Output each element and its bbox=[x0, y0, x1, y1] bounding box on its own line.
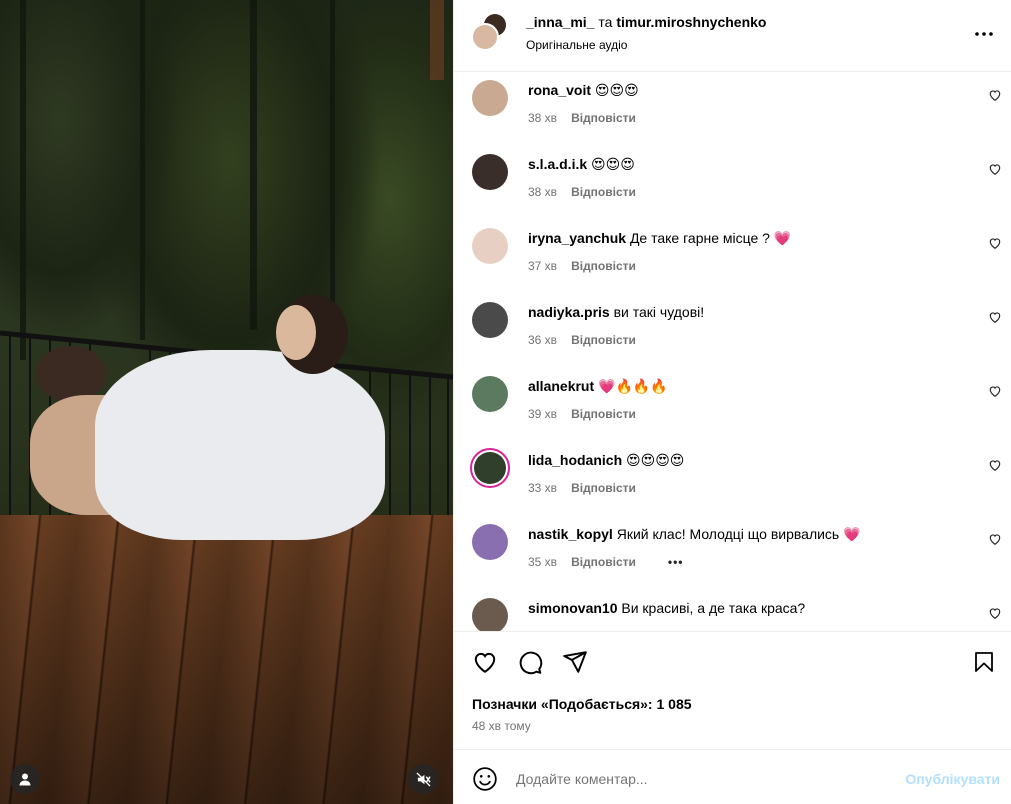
post-viewer: _inna_mi_ та timur.miroshnychenko Оригін… bbox=[0, 0, 1011, 804]
comment-icon[interactable] bbox=[517, 649, 543, 675]
commenter-avatar-story-ring[interactable] bbox=[470, 448, 510, 488]
heart-icon[interactable] bbox=[988, 310, 1002, 324]
comment-text: 😍😍😍 bbox=[591, 156, 635, 172]
likes-count[interactable]: Позначки «Подобається»: 1 085 bbox=[472, 696, 692, 712]
person-man-head bbox=[36, 346, 106, 402]
comment-time: 38 хв bbox=[528, 185, 558, 199]
reply-button[interactable]: Відповісти bbox=[571, 111, 636, 125]
comment-item: nadiyka.pris ви такі чудові! 36 хв Відпов… bbox=[454, 294, 1011, 368]
heart-icon[interactable] bbox=[988, 88, 1002, 102]
comment-time: 33 хв bbox=[528, 481, 558, 495]
comment-time: 35 хв bbox=[528, 555, 558, 569]
reply-button[interactable]: Відповісти bbox=[571, 555, 636, 569]
comment-username[interactable]: nadiyka.pris bbox=[528, 304, 610, 320]
comment-username[interactable]: allanekrut bbox=[528, 378, 594, 394]
comment-text: 😍😍😍😍 bbox=[626, 452, 685, 468]
post-comment-button[interactable]: Опублікувати bbox=[905, 771, 1000, 787]
post-sidebar: _inna_mi_ та timur.miroshnychenko Оригін… bbox=[453, 0, 1011, 804]
comment-text: ви такі чудові! bbox=[613, 304, 705, 320]
share-icon[interactable] bbox=[562, 649, 588, 675]
comment-time: 38 хв bbox=[528, 111, 558, 125]
commenter-avatar[interactable] bbox=[472, 598, 508, 631]
reply-button[interactable]: Відповісти bbox=[571, 333, 636, 347]
heart-icon[interactable] bbox=[988, 384, 1002, 398]
comment-username[interactable]: s.l.a.d.i.k bbox=[528, 156, 587, 172]
commenter-avatar[interactable] bbox=[472, 154, 508, 190]
reply-button[interactable]: Відповісти bbox=[571, 259, 636, 273]
comment-time: 39 хв bbox=[528, 407, 558, 421]
comment-username[interactable]: iryna_yanchuk bbox=[528, 230, 626, 246]
comment-item: iryna_yanchuk Де таке гарне місце ? 💗 37… bbox=[454, 220, 1011, 294]
commenter-avatar[interactable] bbox=[472, 302, 508, 338]
emoji-icon[interactable] bbox=[472, 766, 498, 792]
comment-text: 💗🔥🔥🔥 bbox=[598, 378, 668, 394]
authors-joiner: та bbox=[598, 14, 613, 30]
more-icon bbox=[975, 32, 993, 36]
comment-username[interactable]: simonovan10 bbox=[528, 600, 617, 616]
mute-icon bbox=[415, 771, 431, 787]
audio-label[interactable]: Оригінальне аудіо bbox=[526, 38, 627, 52]
post-header: _inna_mi_ та timur.miroshnychenko Оригін… bbox=[454, 0, 1011, 72]
comment-text: Який клас! Молодці що вирвались 💗 bbox=[616, 526, 861, 542]
comment-composer: Опублікувати bbox=[454, 749, 1011, 804]
comment-item: lida_hodanich 😍😍😍😍 33 хв Відповісти bbox=[454, 442, 1011, 516]
mute-button[interactable] bbox=[408, 764, 438, 794]
commenter-avatar[interactable] bbox=[472, 228, 508, 264]
author-avatar[interactable] bbox=[471, 23, 499, 51]
comments-list: rona_voit 😍😍😍 38 хв Відповісти s.l.a.d.i.… bbox=[454, 72, 1011, 631]
more-options-button[interactable] bbox=[972, 24, 996, 44]
heart-icon[interactable] bbox=[988, 458, 1002, 472]
heart-icon[interactable] bbox=[472, 649, 498, 675]
bookmark-icon[interactable] bbox=[972, 649, 996, 675]
comment-text: 😍😍😍 bbox=[594, 82, 639, 98]
heart-icon[interactable] bbox=[988, 162, 1002, 176]
commenter-avatar[interactable] bbox=[472, 524, 508, 560]
reply-button[interactable]: Відповісти bbox=[571, 407, 636, 421]
comment-item: simonovan10 Ви красиві, а де така краса? bbox=[454, 590, 1011, 631]
author-username-1[interactable]: _inna_mi_ bbox=[526, 14, 594, 30]
comment-username[interactable]: nastik_kopyl bbox=[528, 526, 613, 542]
comment-item: s.l.a.d.i.k 😍😍😍 38 хв Відповісти bbox=[454, 146, 1011, 220]
comment-item: nastik_kopyl Який клас! Молодці що вирва… bbox=[454, 516, 1011, 590]
commenter-avatar[interactable] bbox=[472, 376, 508, 412]
comment-time: 37 хв bbox=[528, 259, 558, 273]
comment-item: allanekrut 💗🔥🔥🔥 39 хв Відповісти bbox=[454, 368, 1011, 442]
tag-user-button[interactable] bbox=[10, 764, 40, 794]
comment-input[interactable] bbox=[514, 764, 874, 794]
post-actions: Позначки «Подобається»: 1 085 48 хв тому bbox=[454, 631, 1011, 749]
reply-button[interactable]: Відповісти bbox=[571, 481, 636, 495]
heart-icon[interactable] bbox=[988, 532, 1002, 546]
heart-icon[interactable] bbox=[988, 236, 1002, 250]
person-woman-face bbox=[276, 305, 316, 360]
comment-username[interactable]: lida_hodanich bbox=[528, 452, 622, 468]
comment-text: Ви красиві, а де така краса? bbox=[621, 600, 806, 616]
comment-item: rona_voit 😍😍😍 38 хв Відповісти bbox=[454, 72, 1011, 146]
comment-text: Де таке гарне місце ? 💗 bbox=[629, 230, 792, 246]
comment-time: 36 хв bbox=[528, 333, 558, 347]
user-tag-icon bbox=[19, 773, 31, 786]
comment-options-button[interactable]: ••• bbox=[668, 555, 684, 569]
post-media[interactable] bbox=[0, 0, 453, 804]
robe-white bbox=[95, 350, 385, 540]
author-username-2[interactable]: timur.miroshnychenko bbox=[616, 14, 766, 30]
post-timestamp[interactable]: 48 хв тому bbox=[472, 719, 531, 733]
post-authors: _inna_mi_ та timur.miroshnychenko bbox=[526, 14, 766, 30]
reply-button[interactable]: Відповісти bbox=[571, 185, 636, 199]
heart-icon[interactable] bbox=[988, 606, 1002, 620]
comment-username[interactable]: rona_voit bbox=[528, 82, 591, 98]
commenter-avatar[interactable] bbox=[472, 80, 508, 116]
